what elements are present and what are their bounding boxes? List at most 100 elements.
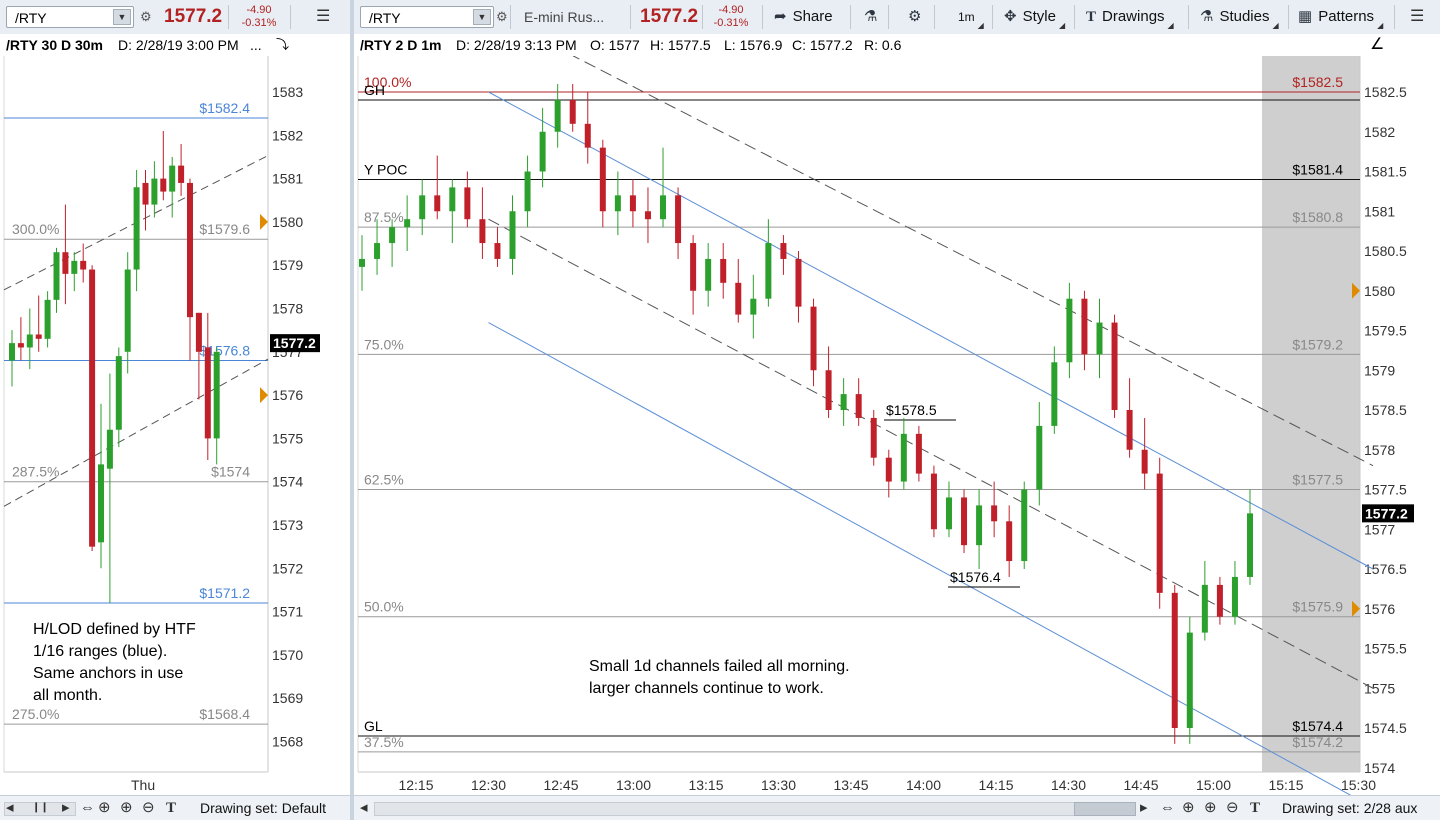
zoom-out-icon[interactable]: ⊖ [142, 799, 155, 817]
x-tick-label: 15:15 [1268, 777, 1303, 793]
crosshair-icon[interactable]: ⊕ [98, 799, 111, 817]
y-tick-label: 1578 [1364, 442, 1395, 458]
y-tick-label: 1580.5 [1364, 243, 1407, 259]
y-tick-label: 1579 [272, 257, 303, 273]
right-bottom-bar: ◂ ▸ ⇔ ⊕ ⊕ ⊖ T Drawing set: 2/28 aux [354, 795, 1440, 820]
channel-line [488, 91, 1374, 570]
price-change: -4.90 -0.31% [706, 4, 756, 38]
zoom-out-icon[interactable]: ⊖ [1226, 799, 1239, 817]
settings-button[interactable]: ⚙ [908, 0, 927, 34]
link-icon[interactable]: ⚙ [496, 0, 508, 34]
share-button[interactable]: ➦ Share [774, 0, 833, 34]
symbol-selector[interactable]: /RTY ▼ [6, 6, 134, 28]
candle-body [780, 243, 787, 259]
chevron-down-icon[interactable]: ▼ [113, 9, 131, 25]
level-percent-label: 275.0% [12, 706, 59, 722]
last-price-tag-label: 1577.2 [1365, 505, 1408, 521]
text-icon[interactable]: T [1250, 799, 1260, 817]
y-tick-label: 1582.5 [1364, 84, 1407, 100]
patterns-label: Patterns [1318, 8, 1375, 25]
zoom-in-icon[interactable]: ⊕ [1204, 799, 1217, 817]
scroll-left-icon[interactable]: ◂ [6, 799, 14, 817]
x-tick-label: 15:00 [1196, 777, 1231, 793]
scroll-right-icon[interactable]: ▸ [1140, 799, 1148, 817]
toolbar-divider [762, 5, 763, 29]
text-icon[interactable]: T [166, 799, 176, 817]
drawings-button[interactable]: T Drawings◢ [1086, 0, 1174, 34]
toolbar-divider [1394, 5, 1395, 29]
candle-body [1006, 521, 1013, 562]
level-left-label: GH [364, 82, 385, 98]
y-tick-label: 1568 [272, 734, 303, 750]
level-price-label: $1574.4 [1292, 718, 1343, 734]
y-tick-label: 1573 [272, 517, 303, 533]
more-button[interactable]: ... [250, 36, 262, 54]
y-tick-label: 1578 [272, 301, 303, 317]
candle-body [554, 99, 561, 132]
drawing-set[interactable]: Drawing set: Default [200, 799, 326, 817]
scroll-left-icon[interactable]: ◂ [360, 799, 368, 817]
channel-line [3, 358, 269, 507]
toolbar-divider [290, 5, 291, 29]
y-tick-label: 1574 [1364, 760, 1395, 776]
right-chart-canvas[interactable]: 1574 1574.5 1575 1575.5 1576 1576.5 1577 1577.5… [354, 56, 1440, 796]
candle-body [1111, 322, 1118, 410]
expand-icon[interactable]: ⇔ [80, 799, 95, 817]
patterns-button[interactable]: ▦ Patterns◢ [1298, 0, 1383, 34]
scroll-thumb[interactable] [1074, 802, 1136, 816]
y-tick-label: 1581 [1364, 203, 1395, 219]
interval-button[interactable]: 1m◢ [958, 0, 984, 34]
toolbar-divider [702, 5, 703, 29]
candle-body [98, 464, 104, 543]
candle-body [169, 165, 176, 192]
y-tick-label: 1574.5 [1364, 720, 1407, 736]
level-left-label: 87.5% [364, 209, 404, 225]
x-tick-label: 12:30 [471, 777, 506, 793]
chevron-down-icon[interactable]: ▼ [473, 9, 491, 25]
x-tick-label: 12:45 [543, 777, 578, 793]
drawing-tool-icon[interactable]: ⤵ [276, 36, 289, 54]
y-tick-label: 1576 [1364, 601, 1395, 617]
scroll-right-icon[interactable]: ▸ [62, 799, 70, 817]
channel-line [488, 218, 1374, 689]
right-note: Small 1d channels failed all morning. la… [589, 658, 850, 697]
expand-icon[interactable]: ⇔ [1160, 799, 1175, 817]
candle-body [160, 178, 167, 192]
candle-body [26, 334, 33, 348]
scroll-thumb-icon[interactable]: ❙❙ [32, 799, 49, 817]
zoom-in-icon[interactable]: ⊕ [120, 799, 133, 817]
level-left-label: 62.5% [364, 472, 404, 488]
drawing-set[interactable]: Drawing set: 2/28 aux [1282, 799, 1417, 817]
flask-button[interactable]: ⚗ [864, 0, 883, 34]
level-price-label: $1580.8 [1292, 209, 1343, 225]
studies-button[interactable]: ⚗ Studies◢ [1200, 0, 1279, 34]
link-icon[interactable]: ⚙ [140, 0, 152, 34]
x-tick-label: Thu [131, 777, 155, 793]
y-tick-label: 1581 [272, 171, 303, 187]
candle-body [584, 123, 591, 148]
crosshair-icon[interactable]: ⊕ [1182, 799, 1195, 817]
alert-marker [260, 387, 268, 404]
left-note: H/LOD defined by HTF 1/16 ranges (blue).… [33, 621, 196, 704]
menu-icon[interactable]: ☰ [316, 0, 330, 34]
change-value: -4.90 [718, 4, 744, 16]
y-tick-label: 1580 [272, 214, 303, 230]
scrollbar[interactable] [374, 802, 1136, 816]
candle-body [195, 312, 202, 352]
y-tick-label: 1580 [1364, 283, 1395, 299]
right-chart-panel: /RTY ▼ ⚙ E-mini Rus... 1577.2 -4.90 -0.31… [354, 0, 1440, 820]
y-tick-label: 1575 [1364, 680, 1395, 696]
candle-body [885, 457, 892, 482]
candle-body [705, 258, 712, 291]
level-price-label: $1581.4 [1292, 161, 1343, 177]
candle-body [855, 394, 862, 418]
menu-icon[interactable]: ☰ [1410, 0, 1424, 34]
style-button[interactable]: ✥ Style◢ [1004, 0, 1065, 34]
toolbar-divider [850, 5, 851, 29]
candle-body [509, 211, 516, 259]
symbol-selector[interactable]: /RTY ▼ [360, 6, 494, 28]
text-icon: T [1086, 9, 1097, 25]
candle-body [1171, 592, 1178, 728]
candle-body [690, 243, 697, 291]
drawing-tool-icon[interactable]: ∠ [1370, 36, 1384, 54]
